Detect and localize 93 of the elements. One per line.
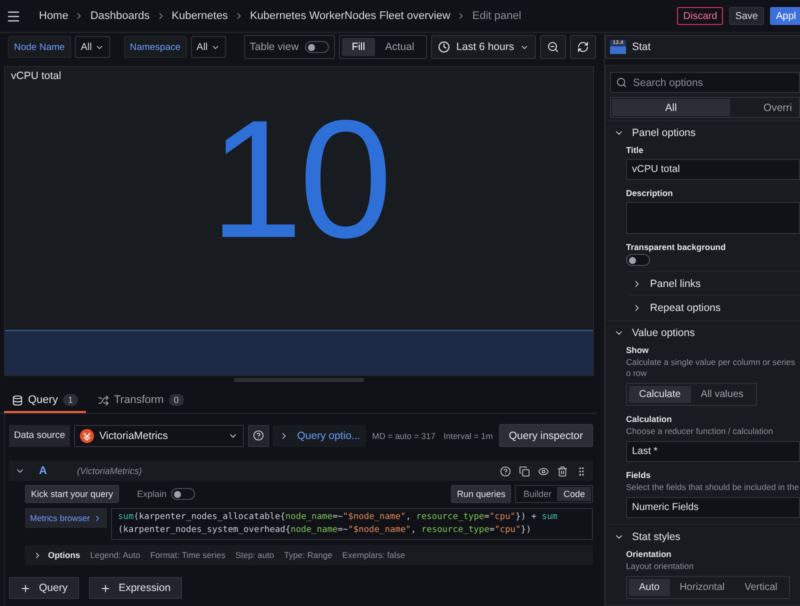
toggle-switch[interactable]: [626, 254, 650, 266]
variable-label: Namespace: [124, 36, 187, 58]
field-label: Transparent background: [626, 242, 727, 252]
eye-icon[interactable]: [538, 466, 549, 476]
add-button[interactable]: Expression: [88, 577, 182, 599]
run-queries-button[interactable]: Run queries: [450, 485, 512, 503]
field-description: Choose a reducer function / calculation: [626, 426, 774, 437]
subsection-header[interactable]: Panel links: [626, 271, 800, 290]
subsection-header[interactable]: Repeat options: [626, 295, 800, 314]
query-options-toggle[interactable]: Query optio...: [273, 424, 366, 446]
stat-value: 10: [210, 95, 388, 263]
breadcrumb-link[interactable]: Kubernetes WorkerNodes Fleet overview: [250, 10, 450, 22]
panel-title: vCPU total: [10, 69, 62, 84]
datasource-logo: [80, 428, 94, 442]
shuffle-icon: [98, 394, 109, 406]
database-icon: [12, 394, 23, 406]
breadcrumb-link[interactable]: Kubernetes: [172, 10, 228, 22]
radio-option[interactable]: Horizontal: [670, 579, 735, 596]
plus-icon: [20, 582, 31, 594]
radio-option[interactable]: Vertical: [734, 579, 788, 596]
radio-option[interactable]: Code: [557, 487, 591, 501]
breadcrumb-link[interactable]: Edit panel: [472, 10, 522, 22]
metrics-browser-button[interactable]: Metrics browser: [25, 508, 107, 528]
radio-option[interactable]: Calculate: [629, 386, 691, 403]
option-summary: Exemplars: false: [342, 550, 406, 560]
zoom-out-icon: [547, 41, 560, 53]
help-icon[interactable]: [500, 466, 511, 476]
refresh-button[interactable]: [570, 35, 596, 59]
option-summary: Type: Range: [284, 550, 332, 560]
field-label: Show: [626, 345, 650, 355]
refresh-icon: [577, 41, 590, 53]
query-ref-id: A: [39, 465, 48, 477]
datasource-select[interactable]: VictoriaMetrics: [74, 424, 244, 446]
radio-option[interactable]: Fill: [342, 38, 376, 56]
options-tab[interactable]: Overri: [759, 99, 796, 116]
input-field[interactable]: vCPU total: [626, 159, 800, 180]
field-label: Description: [626, 188, 674, 198]
explain-label: Explain: [137, 489, 167, 499]
query-inspector-button[interactable]: Query inspector: [498, 424, 593, 447]
table-view-toggle[interactable]: Table view: [244, 35, 335, 59]
help-button[interactable]: [248, 424, 270, 446]
add-button[interactable]: Query: [9, 577, 79, 599]
chevron-right-icon: [33, 550, 42, 560]
plus-icon: [100, 582, 111, 594]
options-toggle[interactable]: Options: [33, 550, 80, 560]
header-button[interactable]: Appl: [770, 7, 800, 25]
field-label: Orientation: [626, 549, 672, 559]
header-button[interactable]: Save: [729, 7, 764, 25]
section-header[interactable]: Panel options: [606, 127, 696, 139]
variable-select[interactable]: All: [190, 36, 226, 58]
field-label: Data source: [9, 424, 70, 446]
variable-select[interactable]: All: [74, 36, 110, 58]
help-icon: [253, 430, 264, 441]
section-header[interactable]: Value options: [606, 327, 695, 339]
option-summary: Format: Time series: [150, 550, 226, 560]
field-label: Title: [626, 145, 644, 155]
field-description: Calculate a single value per column or series o row: [626, 357, 796, 379]
kick-start-button[interactable]: Kick start your query: [25, 485, 120, 503]
search-icon: [616, 77, 627, 88]
field-description: Layout orientation: [626, 561, 695, 572]
max-data-points: MD = auto = 317: [371, 430, 436, 440]
radio-option[interactable]: Actual: [375, 38, 424, 56]
toggle-switch[interactable]: [170, 488, 195, 500]
query-editor[interactable]: sum(karpenter_nodes_allocatable{node_name=~"$node_name", resource_type="cpu"}) + sum (karpenter_nodes_system_overhead{node_name=~"$node_name", resource_type="cpu"}): [110, 508, 593, 540]
header-button[interactable]: Discard: [677, 7, 724, 25]
variable-label: Node Name: [8, 36, 71, 58]
drag-handle-icon[interactable]: [576, 466, 587, 476]
query-datasource: (VictoriaMetrics): [77, 466, 142, 476]
option-summary: Legend: Auto: [90, 550, 140, 560]
radio-option[interactable]: Auto: [629, 579, 670, 596]
breadcrumb-link[interactable]: Dashboards: [90, 10, 150, 22]
input-field[interactable]: Numeric Fields: [626, 497, 800, 518]
input-field[interactable]: Last *: [626, 441, 800, 462]
search-field[interactable]: Search options: [610, 72, 800, 93]
query-tab[interactable]: Transform 0: [90, 394, 192, 413]
radio-option[interactable]: Builder: [517, 487, 558, 501]
query-tab[interactable]: Query 1: [4, 394, 86, 413]
option-summary: Step: auto: [235, 550, 274, 560]
trash-icon[interactable]: [557, 466, 568, 476]
field-description: Select the fields that should be included in the: [626, 482, 800, 493]
breadcrumb-link[interactable]: Home: [39, 10, 68, 22]
field-label: Calculation: [626, 414, 673, 424]
radio-option[interactable]: All values: [690, 386, 754, 403]
menu-icon[interactable]: [6, 8, 21, 24]
clock-icon: [438, 41, 450, 53]
interval-info: Interval = 1m: [442, 430, 494, 440]
field-label: Fields: [626, 470, 652, 480]
zoom-out-button[interactable]: [540, 35, 566, 59]
resize-handle[interactable]: [234, 378, 364, 382]
copy-icon[interactable]: [519, 466, 530, 476]
options-tab[interactable]: All: [612, 99, 730, 116]
section-header[interactable]: Stat styles: [606, 531, 680, 543]
time-range-picker[interactable]: Last 6 hours: [431, 35, 536, 59]
